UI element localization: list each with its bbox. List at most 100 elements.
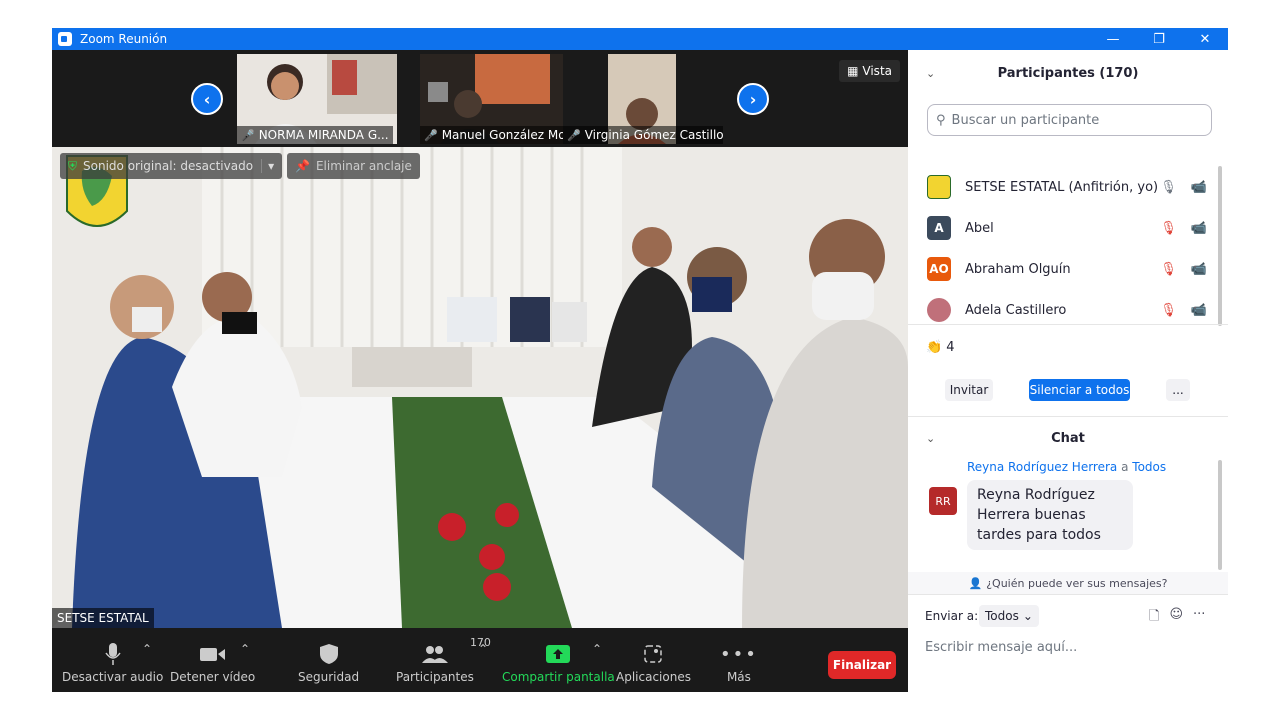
end-meeting-button[interactable]: Finalizar (828, 651, 896, 679)
chat-sender[interactable]: Reyna Rodríguez Herrera (967, 460, 1117, 474)
avatar: AO (927, 257, 951, 281)
unpin-label: Eliminar anclaje (315, 159, 412, 173)
participant-row[interactable]: AO Abraham Olguín 🎙 📹 (927, 255, 1207, 283)
emoji-icon[interactable]: ☺ (1169, 607, 1183, 629)
participant-name: Abraham Olguín (965, 261, 1071, 277)
avatar: RR (929, 487, 957, 515)
more-label: Más (726, 670, 751, 684)
participants-header: ⌄ Participantes (170) (908, 51, 1228, 95)
participant-name: SETSE ESTATAL (Anfitrión, yo) (965, 179, 1159, 195)
share-screen-label: Compartir pantalla (502, 670, 615, 684)
send-to-dropdown[interactable]: Todos ⌄ (979, 605, 1039, 627)
apps-label: Aplicaciones (616, 670, 691, 684)
file-icon[interactable]: 🗋 (1149, 607, 1159, 629)
microphone-icon (105, 643, 121, 665)
participant-thumbnail[interactable]: 🎤 Virginia Gómez Castillo (563, 54, 723, 144)
participant-thumbnail[interactable]: 🎤 Manuel González Mo... (420, 54, 580, 144)
avatar (927, 175, 951, 199)
search-icon: ⚲ (936, 112, 946, 128)
unpin-button[interactable]: 📌 Eliminar anclaje (287, 153, 420, 179)
participants-scrollbar[interactable] (1218, 166, 1222, 326)
view-button[interactable]: ▦ Vista (839, 60, 900, 82)
chevron-down-icon[interactable]: ▾ (261, 159, 274, 173)
participants-options-caret[interactable]: ⌃ (478, 642, 488, 656)
muted-mic-icon: 🎤 (567, 128, 581, 142)
mute-audio-label: Desactivar audio (62, 670, 164, 684)
microphone-icon[interactable]: 🎙 (1160, 180, 1177, 195)
divider (908, 594, 1228, 595)
window-title: Zoom Reunión (80, 32, 168, 46)
clapping-hands-icon: 👏 (926, 340, 943, 355)
original-sound-chip[interactable]: ⛨ Sonido original: desactivado ▾ (60, 153, 283, 179)
chat-sender-line: Reyna Rodríguez Herrera a Todos (967, 460, 1166, 474)
avatar (927, 298, 951, 322)
participant-row[interactable]: Adela Castillero 🎙 📹 (927, 296, 1207, 324)
zoom-window: Zoom Reunión — ❐ ✕ ‹ 🎤 NORMA MIRANDA G... (52, 28, 1228, 692)
participant-row[interactable]: A Abel 🎙 📹 (927, 214, 1207, 242)
speaker-name-tag: SETSE ESTATAL (52, 608, 154, 628)
more-options-button[interactable]: ... (1166, 379, 1190, 401)
chat-recipient[interactable]: Todos (1132, 460, 1166, 474)
original-sound-label: Sonido original: desactivado (83, 159, 254, 173)
mute-all-button[interactable]: Silenciar a todos (1029, 379, 1130, 401)
send-to-value: Todos (985, 609, 1019, 623)
participant-search-input[interactable]: ⚲ Buscar un participante (927, 104, 1212, 136)
apps-icon (644, 645, 663, 663)
camera-off-icon[interactable]: 📹 (1191, 262, 1207, 277)
participant-name: Adela Castillero (965, 302, 1067, 318)
audio-options-caret[interactable]: ⌃ (142, 642, 152, 656)
speaker-name: SETSE ESTATAL (57, 611, 149, 625)
chat-bubble: Reyna Rodríguez Herrera buenas tardes pa… (967, 480, 1133, 550)
camera-icon[interactable]: 📹 (1191, 303, 1207, 318)
security-button[interactable]: Seguridad (298, 642, 359, 684)
muted-mic-icon[interactable]: 🎙 (1160, 262, 1177, 277)
more-dots-icon: ••• (720, 643, 758, 665)
reactions: 👏 4 (926, 340, 954, 355)
shield-icon (319, 644, 338, 664)
meeting-toolbar: Desactivar audio ⌃ Detener vídeo ⌃ Segur… (52, 628, 908, 692)
camera-icon[interactable]: 📹 (1191, 180, 1207, 195)
participant-row[interactable]: SETSE ESTATAL (Anfitrión, yo) 🎙 📹 (927, 173, 1207, 201)
participant-name: NORMA MIRANDA G... (258, 128, 389, 142)
camera-icon[interactable]: 📹 (1191, 221, 1207, 236)
reactions-count: 4 (946, 340, 955, 355)
prev-page-button[interactable]: ‹ (191, 83, 223, 115)
thumbnail-strip: ‹ 🎤 NORMA MIRANDA G... 🎤 Manuel González… (52, 50, 908, 147)
more-button[interactable]: ••• Más (720, 642, 758, 685)
more-dots-icon[interactable]: ··· (1193, 607, 1205, 629)
chat-scrollbar[interactable] (1218, 460, 1222, 570)
participant-thumbnail[interactable]: 🎤 NORMA MIRANDA G... (237, 54, 397, 144)
zoom-logo-icon (58, 32, 72, 46)
main-speaker-video: ⛨ Sonido original: desactivado ▾ 📌 Elimi… (52, 147, 908, 628)
title-bar: Zoom Reunión — ❐ ✕ (52, 28, 1228, 50)
person-lock-icon: 👤 (968, 576, 983, 590)
muted-mic-icon[interactable]: 🎙 (1160, 221, 1177, 236)
collapse-chevron-icon[interactable]: ⌄ (926, 432, 935, 445)
share-screen-icon (546, 645, 571, 663)
participants-title: Participantes (170) (997, 65, 1139, 81)
view-label: Vista (862, 64, 892, 78)
who-can-see-link[interactable]: 👤 ¿Quién puede ver sus mensajes? (908, 572, 1228, 594)
collapse-chevron-icon[interactable]: ⌄ (926, 67, 935, 80)
invite-button[interactable]: Invitar (945, 379, 993, 401)
participant-name: Virginia Gómez Castillo (584, 128, 723, 142)
muted-mic-icon: 🎤 (424, 128, 438, 142)
avatar: A (927, 216, 951, 240)
send-to-label: Enviar a: (925, 609, 979, 623)
close-button[interactable]: ✕ (1182, 28, 1228, 50)
apps-button[interactable]: Aplicaciones (616, 642, 691, 684)
next-page-button[interactable]: › (737, 83, 769, 115)
muted-mic-icon: 🎤 (241, 128, 255, 142)
restore-button[interactable]: ❐ (1136, 28, 1182, 50)
chat-input[interactable]: Escribir mensaje aquí... (925, 640, 1077, 655)
participants-button[interactable]: 170 Participantes (396, 636, 491, 684)
who-can-see-label: ¿Quién puede ver sus mensajes? (986, 576, 1168, 590)
participants-icon (421, 646, 448, 663)
video-options-caret[interactable]: ⌃ (240, 642, 250, 656)
share-options-caret[interactable]: ⌃ (592, 642, 602, 656)
minimize-button[interactable]: — (1090, 28, 1136, 50)
chevron-down-icon: ⌄ (1022, 609, 1033, 623)
video-area: ‹ 🎤 NORMA MIRANDA G... 🎤 Manuel González… (52, 50, 908, 628)
muted-mic-icon[interactable]: 🎙 (1160, 303, 1177, 318)
chat-title: Chat (1051, 430, 1085, 446)
